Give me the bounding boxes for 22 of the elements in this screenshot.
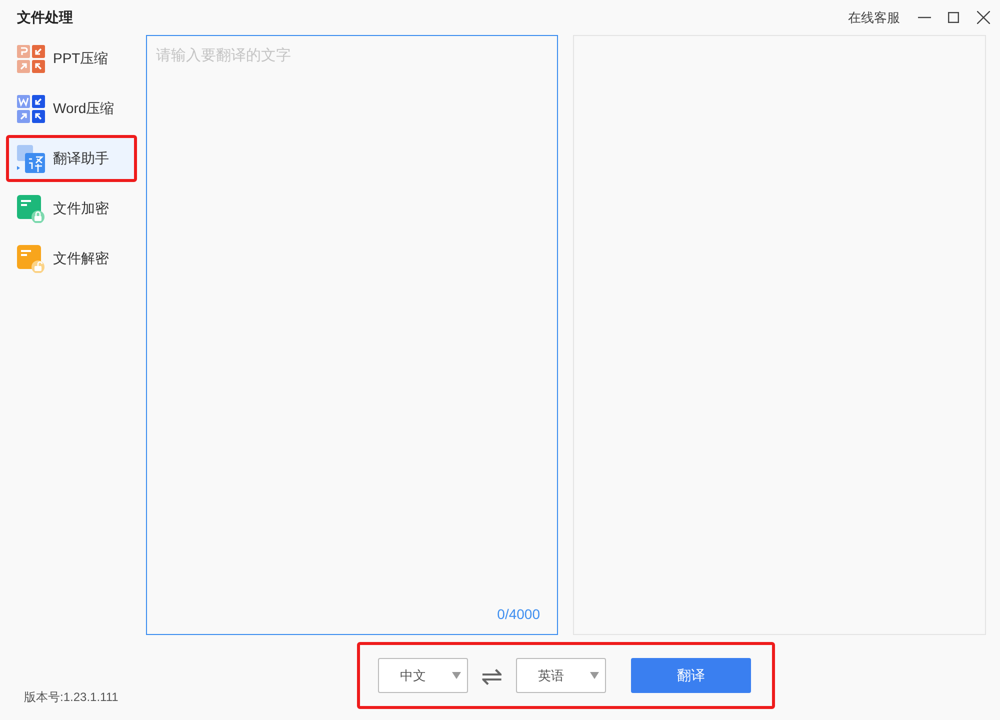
lock-file-icon: [17, 194, 45, 222]
translate-button[interactable]: 翻译: [631, 658, 751, 693]
dropdown-arrow-icon: [452, 672, 461, 679]
target-language-select[interactable]: 英语: [516, 658, 606, 693]
support-link[interactable]: 在线客服: [848, 8, 900, 28]
compress-icon: [17, 94, 45, 122]
translate-icon: [17, 144, 45, 172]
dropdown-arrow-icon: [590, 672, 599, 679]
compress-icon: [17, 44, 45, 72]
sidebar-item[interactable]: PPT压缩: [6, 35, 137, 82]
close-icon[interactable]: [977, 11, 990, 24]
sidebar-item[interactable]: 文件解密: [6, 235, 137, 282]
sidebar-item[interactable]: 翻译助手: [6, 135, 137, 182]
version-label: 版本号:1.23.1.111: [23, 689, 120, 706]
sidebar-item[interactable]: 文件加密: [6, 185, 137, 232]
swap-languages-button[interactable]: ⇌: [481, 662, 503, 688]
window-title: 文件处理: [17, 8, 73, 27]
source-language-select[interactable]: 中文: [378, 658, 468, 693]
maximize-icon[interactable]: [948, 12, 959, 23]
character-count: 0/4000: [497, 605, 540, 624]
sidebar-item[interactable]: Word压缩: [6, 85, 137, 132]
unlock-file-icon: [17, 244, 45, 272]
